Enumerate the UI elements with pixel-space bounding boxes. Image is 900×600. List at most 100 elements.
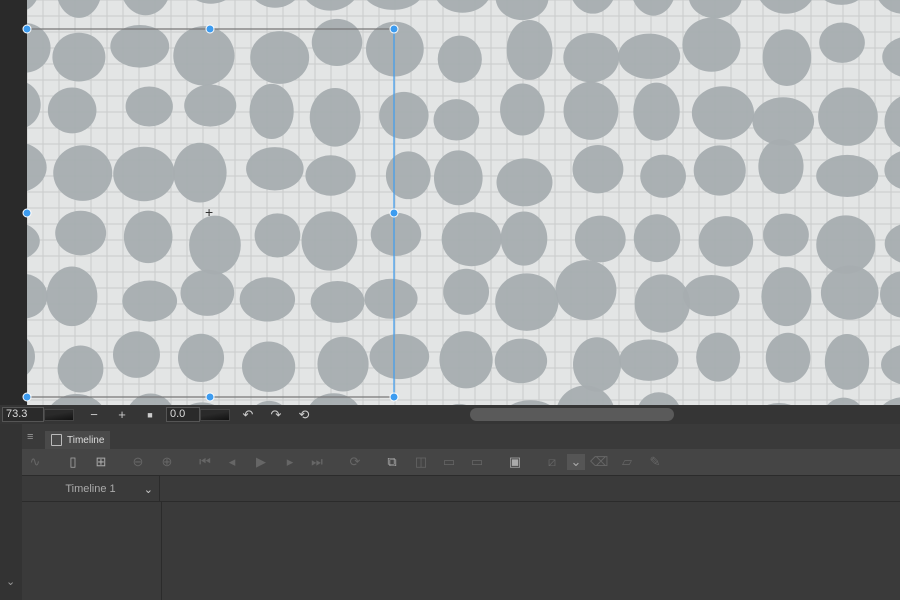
cell-shape	[27, 224, 40, 258]
horizontal-scrollbar[interactable]	[470, 408, 674, 421]
cell-shape	[638, 392, 679, 405]
cell-shape	[563, 81, 619, 140]
play-icon[interactable]: ▶	[253, 454, 269, 470]
cell-shape	[758, 139, 804, 194]
cell-shape	[884, 151, 900, 189]
cell-shape	[816, 154, 879, 198]
cell-shape	[195, 0, 226, 4]
dropdown-icon[interactable]: ⌄	[567, 454, 585, 470]
cell-shape	[500, 83, 545, 136]
loop-icon[interactable]: ⟳	[347, 454, 363, 470]
cell-shape	[878, 0, 900, 14]
zoom-slider[interactable]	[44, 408, 74, 421]
tab-timeline[interactable]: Timeline	[45, 431, 110, 449]
left-strip	[0, 0, 27, 405]
collapse-icon[interactable]: ⌄	[6, 575, 15, 588]
cell-shape	[184, 84, 237, 127]
cell-shape	[57, 345, 104, 393]
zoom-field[interactable]: 73.3	[2, 407, 44, 422]
last-frame-icon[interactable]: ⏭	[309, 454, 325, 470]
transform-handle[interactable]	[22, 392, 32, 402]
transform-handle[interactable]	[205, 24, 215, 34]
onion-skin-icon[interactable]: ▣	[507, 454, 523, 470]
timeline-name: Timeline 1	[65, 483, 116, 495]
cell-shape	[306, 0, 355, 11]
cell-shape	[683, 274, 740, 317]
canvas-pattern	[27, 0, 900, 405]
transform-handle[interactable]	[389, 24, 399, 34]
cell-shape	[52, 32, 106, 82]
transform-handle[interactable]	[389, 208, 399, 218]
cell-shape	[696, 332, 741, 382]
transform-handle[interactable]	[22, 208, 32, 218]
delete-keyframe-icon[interactable]: ⌫	[590, 454, 608, 470]
cell-shape	[123, 210, 173, 264]
prev-frame-icon[interactable]: ◂	[224, 454, 240, 470]
cell-shape	[309, 87, 361, 147]
cell-shape	[752, 97, 815, 146]
cell-shape	[242, 341, 296, 392]
cell-shape	[494, 338, 548, 384]
cell-shape	[239, 277, 296, 322]
cell-shape	[495, 0, 549, 21]
zoom-in-button[interactable]: +	[108, 407, 136, 422]
transform-handle[interactable]	[22, 24, 32, 34]
reset-rotation-button[interactable]: ⟲	[290, 407, 318, 423]
cell-shape	[633, 0, 674, 16]
cell-shape	[763, 213, 809, 257]
zoom-out-icon[interactable]: ⊖	[130, 454, 146, 470]
curve-icon[interactable]: ∿	[27, 454, 43, 470]
panel-menu-icon[interactable]: ≡	[27, 431, 33, 443]
transform-handle[interactable]	[389, 392, 399, 402]
cell-shape	[693, 145, 746, 196]
cell-shape	[698, 216, 754, 267]
stop-button[interactable]: ■	[136, 410, 164, 420]
panel-side-strip: ⌄	[0, 424, 22, 600]
cell-shape	[47, 87, 97, 134]
cell-shape	[619, 339, 679, 381]
chevron-down-icon[interactable]: ⌄	[144, 483, 153, 496]
rotate-left-button[interactable]: ↶	[234, 407, 262, 423]
keyframe-icon[interactable]: ⧄	[544, 454, 560, 470]
transform-handle[interactable]	[205, 392, 215, 402]
cell-shape	[573, 337, 622, 392]
cell-shape	[881, 345, 900, 385]
cell-shape	[618, 33, 681, 79]
new-animation-folder-icon[interactable]: ⧉	[384, 454, 400, 470]
timeline-selector[interactable]: Timeline 1 ⌄	[22, 476, 160, 502]
rotate-right-button[interactable]: ↷	[262, 407, 290, 423]
cell-shape	[765, 332, 811, 383]
timeline-icon	[51, 434, 62, 446]
first-frame-icon[interactable]: ⏮	[197, 454, 213, 470]
timeline-track-area[interactable]	[22, 502, 900, 600]
new-cel-icon[interactable]: ◫	[413, 454, 429, 470]
zoom-out-button[interactable]: −	[80, 407, 108, 422]
cell-shape	[882, 37, 900, 77]
cell-shape	[884, 96, 900, 148]
canvas[interactable]	[27, 0, 900, 405]
cell-shape	[633, 82, 680, 141]
center-crosshair-icon[interactable]: +	[205, 204, 213, 220]
cell-shape	[436, 0, 489, 13]
cell-shape	[53, 145, 113, 201]
rotation-field[interactable]: 0.0	[166, 407, 200, 422]
zoom-in-icon[interactable]: ⊕	[159, 454, 175, 470]
next-frame-icon[interactable]: ▸	[282, 454, 298, 470]
cell-shape	[27, 338, 35, 375]
cell-shape	[633, 214, 681, 263]
cell-shape	[827, 397, 860, 405]
new-timeline-icon[interactable]: ▯	[65, 454, 81, 470]
cel-order-icon[interactable]: ▭	[469, 454, 485, 470]
layer-frame-icon[interactable]: ▱	[619, 454, 635, 470]
pen-icon[interactable]: ✎	[647, 454, 663, 470]
cell-shape	[759, 0, 812, 14]
add-timeline-icon[interactable]: ⊞	[93, 454, 109, 470]
cell-shape	[761, 267, 812, 327]
cell-shape	[27, 143, 47, 191]
cell-shape	[178, 333, 225, 383]
cell-shape	[437, 35, 482, 83]
rotation-slider[interactable]	[200, 408, 230, 421]
specify-cel-icon[interactable]: ▭	[441, 454, 457, 470]
timeline-toolbar: ∿ ▯ ⊞ ⊖ ⊕ ⏮ ◂ ▶ ▸ ⏭ ⟳ ⧉ ◫ ▭ ▭ ▣ ⧄ ⌄ ⌫ ▱ …	[22, 449, 900, 476]
cell-shape	[249, 83, 294, 140]
